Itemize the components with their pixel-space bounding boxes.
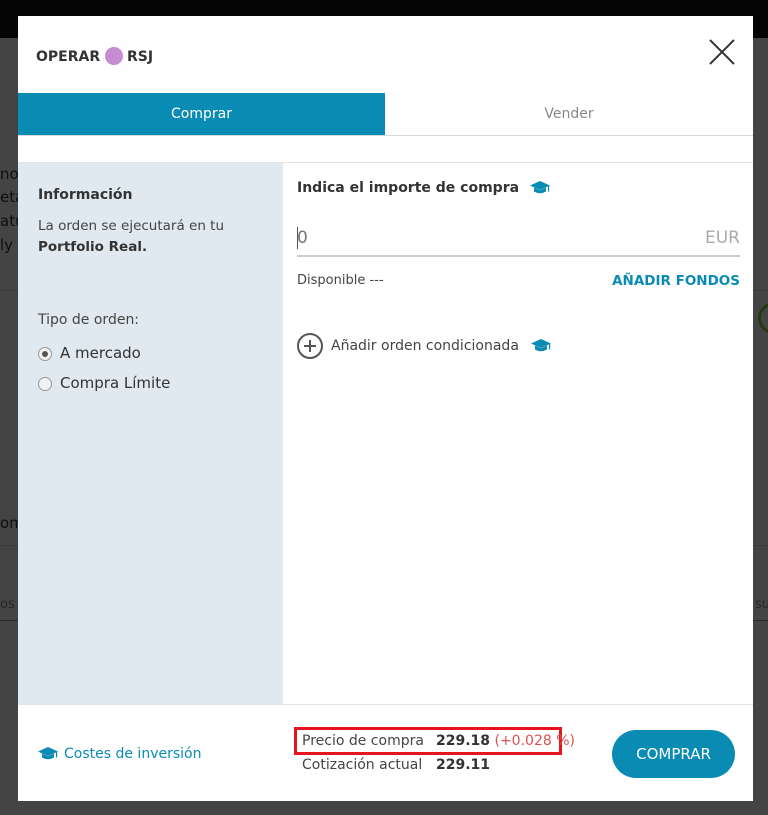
asset-name: RSJ <box>127 49 154 65</box>
info-text-portfolio: Portfolio Real. <box>38 239 148 255</box>
text-caret <box>297 227 298 249</box>
buy-price-change: (+0.028 %) <box>494 733 575 749</box>
current-quote-row: Cotización actual 229.11 <box>302 757 490 773</box>
order-type-option-label: Compra Límite <box>60 374 171 392</box>
buy-price-value: 229.18 <box>436 733 491 749</box>
buy-price-row: Precio de compra 229.18 (+0.028 %) <box>302 733 575 749</box>
modal-header: OPERAR RSJ <box>18 16 753 93</box>
add-conditional-order-button[interactable]: Añadir orden condicionada <box>297 333 552 359</box>
asset-color-dot <box>105 47 123 65</box>
order-type-option-label: A mercado <box>60 344 141 362</box>
available-balance: Disponible --- <box>297 273 384 288</box>
investment-costs-label: Costes de inversión <box>64 746 202 762</box>
order-type-option-market[interactable]: A mercado <box>38 344 141 362</box>
graduation-cap-icon[interactable] <box>531 339 552 353</box>
amount-title-text: Indica el importe de compra <box>297 180 520 196</box>
tab-comprar[interactable]: Comprar <box>18 93 385 135</box>
modal-footer: Costes de inversión Precio de compra 229.… <box>18 704 753 802</box>
radio-checked-icon[interactable] <box>38 346 52 361</box>
order-form: Indica el importe de compra EUR Disponib… <box>283 163 753 704</box>
current-quote-value: 229.11 <box>436 757 491 773</box>
amount-title: Indica el importe de compra <box>297 180 550 196</box>
info-text-prefix: La orden se ejecutará en tu <box>38 218 225 234</box>
info-text: La orden se ejecutará en tu Portfolio Re… <box>38 216 268 258</box>
info-title: Información <box>38 187 133 203</box>
add-funds-link[interactable]: AÑADIR FONDOS <box>612 273 740 289</box>
tab-vender[interactable]: Vender <box>385 93 753 135</box>
investment-costs-link[interactable]: Costes de inversión <box>38 746 201 762</box>
graduation-cap-icon[interactable] <box>529 181 550 195</box>
buy-button[interactable]: COMPRAR <box>612 730 735 778</box>
amount-input[interactable] <box>297 223 677 253</box>
order-type-label: Tipo de orden: <box>38 312 140 328</box>
amount-field: EUR <box>297 223 740 257</box>
current-quote-label: Cotización actual <box>302 757 423 773</box>
operate-label: OPERAR <box>36 49 101 65</box>
plus-circle-icon[interactable] <box>297 333 323 359</box>
info-panel: Información La orden se ejecutará en tu … <box>18 163 283 704</box>
trade-modal: OPERAR RSJ Comprar Vender Información La… <box>18 16 753 801</box>
radio-unchecked-icon[interactable] <box>38 376 52 391</box>
order-type-option-limit[interactable]: Compra Límite <box>38 374 170 392</box>
currency-label: EUR <box>705 228 740 248</box>
add-conditional-order-label: Añadir orden condicionada <box>331 338 519 354</box>
graduation-cap-icon <box>38 747 58 760</box>
buy-price-label: Precio de compra <box>302 733 424 749</box>
trade-tabs: Comprar Vender <box>18 93 753 136</box>
close-icon[interactable] <box>708 38 736 66</box>
